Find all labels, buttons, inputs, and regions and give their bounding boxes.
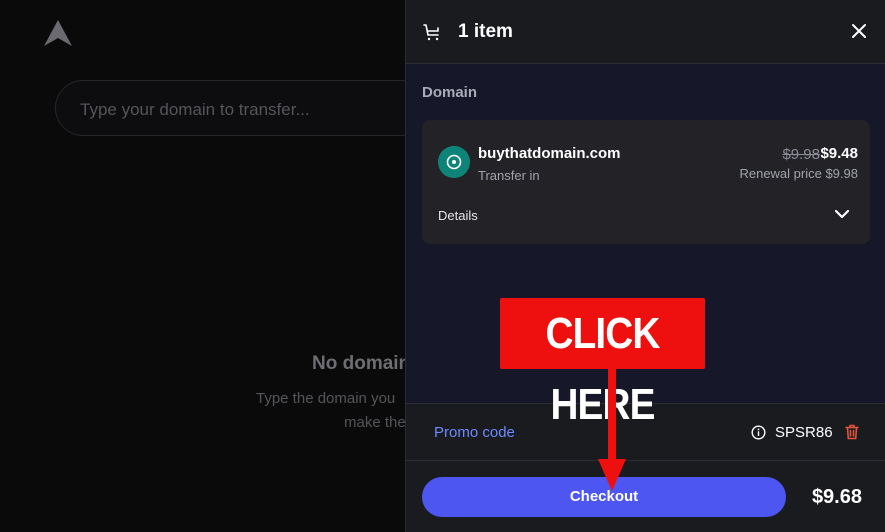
sale-price: $9.48 [820,145,858,162]
search-placeholder: Type your domain to transfer... [80,100,310,119]
cart-item-card: buythatdomain.com Transfer in $9.98 $9.4… [422,120,870,244]
transfer-icon [438,146,470,178]
cart-title: 1 item [458,21,513,42]
empty-state-text-2: make the [344,414,405,431]
empty-state-title: No domain [312,353,405,374]
section-label-domain: Domain [422,84,478,101]
info-icon[interactable] [751,425,766,440]
promo-code-link[interactable]: Promo code [434,424,515,441]
cart-total: $9.68 [811,486,862,508]
domain-type: Transfer in [478,168,540,183]
arrow-down-icon [598,369,626,491]
renewal-price: Renewal price $9.98 [739,166,858,181]
close-icon[interactable] [850,22,868,40]
domain-search-input[interactable]: Type your domain to transfer... [55,80,405,136]
applied-promo-code: SPSR86 [775,424,833,441]
chevron-down-icon[interactable] [834,208,850,220]
empty-state-text: Type the domain you [256,390,396,407]
click-here-callout: CLICK HERE [499,298,706,429]
cart-icon [423,24,439,41]
domain-name: buythatdomain.com [478,145,621,162]
background-page: Type your domain to transfer... No domai… [0,0,405,532]
trash-icon[interactable] [845,424,859,440]
cart-panel: 1 item Domain buythatdomain.com Transfer… [405,0,885,532]
original-price: $9.98 [782,146,820,163]
cart-header: 1 item [406,0,885,64]
details-toggle[interactable]: Details [438,208,478,223]
brand-logo-icon [44,20,72,46]
footer-divider [406,460,885,461]
